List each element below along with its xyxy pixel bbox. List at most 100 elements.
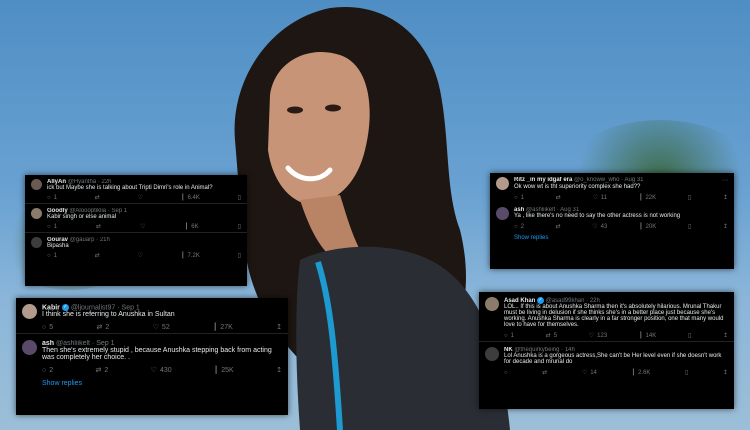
tweet-time[interactable]: 21h [100, 237, 110, 243]
views-button[interactable]: ┃ 6.4K [180, 194, 200, 202]
avatar[interactable] [31, 179, 42, 190]
views-button[interactable]: ┃ 7.2K [181, 252, 200, 260]
reply-icon: ○ [504, 332, 508, 339]
show-replies-link[interactable]: Show replies [42, 380, 282, 387]
like-icon: ♡ [137, 195, 144, 201]
bookmark-button[interactable]: ▯ [238, 223, 241, 230]
retweet-button[interactable]: ⇄ [542, 369, 547, 376]
reply-icon: ○ [47, 223, 51, 230]
like-button[interactable]: ♡ 52 [152, 323, 170, 332]
views-icon: ┃ [638, 333, 643, 340]
tweet-row: ash @ashliikelt · Sep 1 Then she's extre… [16, 334, 288, 389]
retweet-button[interactable]: ⇄ [556, 194, 561, 201]
author-handle[interactable]: @ljournalist97 [71, 304, 115, 311]
bookmark-icon: ▯ [687, 224, 692, 230]
tweet-card-2: Ritz _in my idgaf era @o_knoww_who · Aug… [490, 173, 734, 269]
tweet-card-4: Asad Khan ✓ @asad99khan · 22h LOL.. If t… [479, 292, 734, 409]
share-button[interactable]: ↥ [723, 332, 728, 339]
reply-icon: ○ [42, 323, 47, 331]
avatar[interactable] [496, 177, 509, 190]
like-button[interactable]: ♡ [138, 194, 143, 201]
reply-button[interactable]: ○ 1 [47, 194, 57, 201]
show-replies-link[interactable]: Show replies [514, 235, 728, 241]
views-button[interactable]: ┃ 2.6K [631, 369, 650, 377]
avatar[interactable] [31, 237, 42, 248]
retweet-icon: ⇄ [96, 224, 102, 230]
tweet-text: Ya , like there's no need to say the oth… [514, 213, 681, 219]
author-handle[interactable]: @o_knoww_who [574, 177, 619, 183]
tweet-row: Asad Khan ✓ @asad99khan · 22h LOL.. If t… [479, 292, 734, 343]
views-button[interactable]: ┃ 20K [639, 223, 656, 231]
reply-button[interactable]: ○ 1 [47, 223, 57, 230]
avatar[interactable] [22, 340, 37, 356]
retweet-button[interactable]: ⇄ [556, 223, 561, 230]
views-button[interactable]: ┃ 27K [213, 323, 233, 332]
reply-button[interactable]: ○ 2 [42, 366, 53, 374]
tweet-text: Bipasha [47, 243, 69, 249]
avatar[interactable] [496, 207, 509, 220]
avatar[interactable] [22, 304, 37, 319]
reply-icon: ○ [514, 223, 518, 230]
reply-button[interactable]: ○ 1 [47, 252, 57, 259]
share-button[interactable]: ↥ [723, 194, 728, 201]
reply-button[interactable]: ○ 5 [42, 323, 53, 331]
author-handle[interactable]: @gauarp [70, 237, 95, 243]
tweet-text: Ok wow wt is tht superiority complex she… [514, 184, 641, 190]
share-button[interactable]: ↥ [276, 323, 282, 331]
bookmark-button[interactable]: ▯ [688, 194, 691, 201]
views-icon: ┃ [184, 224, 189, 230]
like-button[interactable]: ♡ 11 [592, 194, 607, 202]
share-button[interactable]: ↥ [276, 366, 282, 374]
like-icon: ♡ [150, 367, 157, 375]
like-icon: ♡ [137, 253, 144, 259]
share-button[interactable]: ↥ [723, 223, 728, 230]
author-handle[interactable]: @ashliikelt [56, 340, 90, 347]
bookmark-button[interactable]: ▯ [688, 223, 691, 230]
like-button[interactable]: ♡ [140, 223, 145, 230]
like-button[interactable]: ♡ 14 [582, 369, 597, 377]
tweet-time[interactable]: Aug 31 [625, 177, 644, 183]
like-icon: ♡ [592, 195, 598, 201]
bookmark-icon: ▯ [687, 195, 692, 201]
retweet-button[interactable]: ⇄ [95, 194, 100, 201]
tweet-time[interactable]: Sep 1 [122, 304, 140, 311]
retweet-icon: ⇄ [94, 195, 100, 201]
views-button[interactable]: ┃ 6K [184, 223, 199, 231]
bookmark-icon: ▯ [687, 333, 692, 340]
reply-button[interactable]: ○ 1 [514, 194, 524, 201]
bookmark-button[interactable]: ▯ [688, 332, 691, 339]
avatar[interactable] [485, 297, 499, 311]
avatar[interactable] [485, 347, 499, 362]
retweet-button[interactable]: ⇄ 2 [97, 323, 110, 332]
views-button[interactable]: ┃ 22K [639, 194, 656, 202]
share-icon: ↥ [722, 224, 728, 230]
like-icon: ♡ [152, 324, 159, 332]
share-button[interactable]: ↥ [723, 369, 728, 376]
reply-button[interactable]: ○ 1 [504, 332, 514, 339]
more-icon[interactable]: ⋯ [722, 177, 728, 184]
share-icon: ↥ [722, 195, 728, 201]
retweet-button[interactable]: ⇄ [96, 223, 101, 230]
author-name[interactable]: Ritz _in my idgaf era [514, 177, 572, 183]
like-button[interactable]: ♡ [138, 252, 143, 259]
bookmark-button[interactable]: ▯ [238, 252, 241, 259]
tweet-time[interactable]: Sep 1 [96, 340, 114, 347]
tweet-card-3: Kabir ✓ @ljournalist97 · Sep 1 I think s… [16, 298, 288, 415]
bookmark-button[interactable]: ▯ [238, 194, 241, 201]
reply-button[interactable]: ○ [504, 369, 508, 376]
avatar[interactable] [31, 208, 42, 219]
bookmark-button[interactable]: ▯ [685, 369, 688, 376]
like-button[interactable]: ♡ 43 [592, 223, 607, 231]
views-button[interactable]: ┃ 25K [214, 366, 234, 375]
retweet-button[interactable]: ⇄ 2 [96, 366, 109, 375]
views-icon: ┃ [180, 195, 185, 201]
retweet-button[interactable]: ⇄ 5 [546, 332, 557, 340]
views-button[interactable]: ┃ 14K [638, 332, 656, 340]
retweet-button[interactable]: ⇄ [95, 252, 100, 259]
reply-button[interactable]: ○ 2 [514, 223, 524, 230]
like-button[interactable]: ♡ 430 [150, 366, 172, 375]
views-icon: ┃ [639, 224, 643, 230]
like-button[interactable]: ♡ 123 [589, 332, 607, 340]
author-name[interactable]: ash [42, 340, 54, 347]
author-name[interactable]: Kabir [42, 304, 60, 311]
